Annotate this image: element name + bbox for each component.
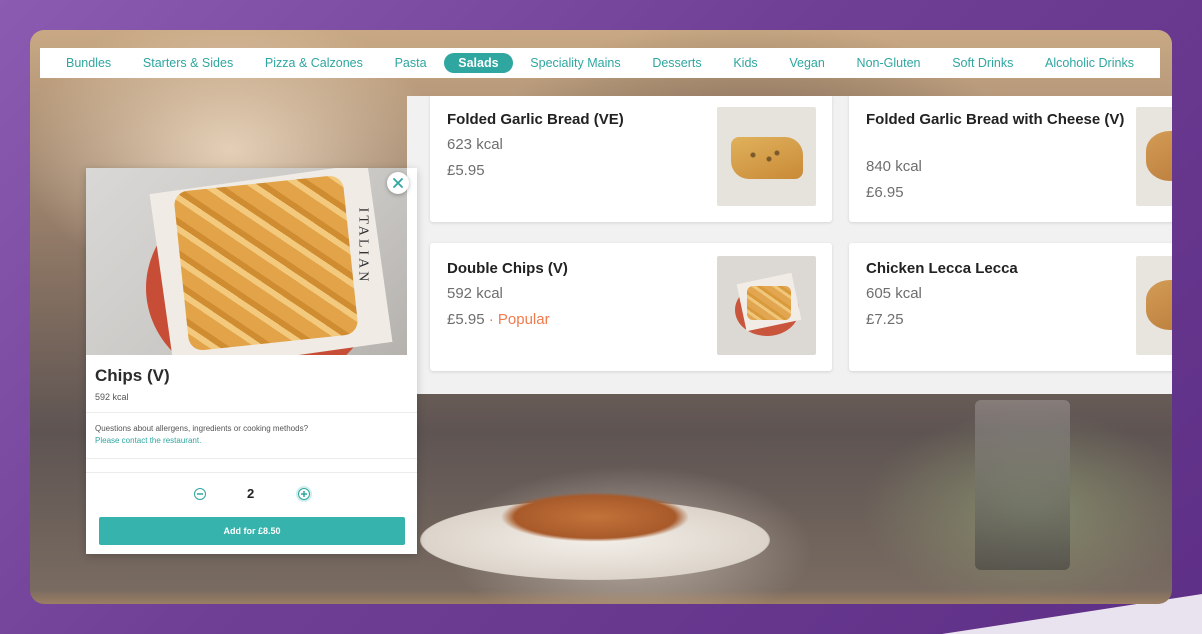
- food-shape: [1146, 280, 1172, 330]
- menu-panel: Folded Garlic Bread (VE) 623 kcal £5.95 …: [407, 96, 1172, 394]
- divider: [86, 412, 417, 413]
- fries-shape: [747, 286, 791, 320]
- nav-item-kids[interactable]: Kids: [719, 53, 771, 73]
- card-price: £5.95: [447, 162, 485, 179]
- decrease-quantity-button[interactable]: [194, 488, 206, 500]
- bread-spots: [745, 147, 785, 167]
- popup-title: Chips (V): [95, 366, 170, 385]
- quantity-stepper: 2: [194, 486, 314, 504]
- close-icon: [393, 178, 403, 188]
- category-nav: Bundles Starters & Sides Pizza & Calzone…: [40, 48, 1160, 78]
- card-kcal: 605 kcal: [866, 285, 922, 302]
- card-name: Folded Garlic Bread (VE): [447, 111, 624, 128]
- card-kcal: 592 kcal: [447, 285, 503, 302]
- nav-item-desserts[interactable]: Desserts: [638, 53, 715, 73]
- card-kcal: 623 kcal: [447, 136, 503, 153]
- minus-circle-icon: [197, 493, 203, 495]
- popup-kcal: 592 kcal: [95, 392, 129, 402]
- card-name: Double Chips (V): [447, 260, 568, 277]
- item-detail-popup: ITALIAN Chips (V) 592 kcal Questions abo…: [86, 168, 417, 554]
- card-price-value: £5.95: [447, 162, 485, 179]
- chips-photo: ITALIAN: [86, 168, 407, 355]
- card-price: £5.95 · Popular: [447, 311, 550, 328]
- card-price-value: £7.25: [866, 311, 904, 328]
- divider: [86, 472, 417, 473]
- pasta-decoration: [500, 492, 690, 542]
- card-name: Folded Garlic Bread with Cheese (V): [866, 111, 1125, 128]
- nav-item-alcoholic-drinks[interactable]: Alcoholic Drinks: [1031, 53, 1148, 73]
- add-to-order-button[interactable]: Add for £8.50: [99, 517, 405, 545]
- menu-card-garlic-bread-cheese[interactable]: Folded Garlic Bread with Cheese (V) 840 …: [849, 96, 1172, 222]
- chicken-lecca-lecca-image: [1136, 256, 1172, 355]
- garlic-bread-image: [717, 107, 816, 206]
- double-chips-image: [717, 256, 816, 355]
- menu-card-chicken-lecca-lecca[interactable]: Chicken Lecca Lecca 605 kcal £7.25: [849, 243, 1172, 371]
- nav-item-starters-sides[interactable]: Starters & Sides: [129, 53, 247, 73]
- menu-card-double-chips[interactable]: Double Chips (V) 592 kcal £5.95 · Popula…: [430, 243, 832, 371]
- card-name: Chicken Lecca Lecca: [866, 260, 1018, 277]
- nav-item-pizza-calzones[interactable]: Pizza & Calzones: [251, 53, 377, 73]
- increase-quantity-button[interactable]: [298, 488, 310, 500]
- card-price: £7.25: [866, 311, 904, 328]
- menu-card-garlic-bread[interactable]: Folded Garlic Bread (VE) 623 kcal £5.95: [430, 96, 832, 222]
- divider: [86, 458, 417, 459]
- allergen-question: Questions about allergens, ingredients o…: [95, 424, 309, 433]
- nav-item-salads[interactable]: Salads: [444, 53, 513, 73]
- nav-item-non-gluten[interactable]: Non-Gluten: [843, 53, 935, 73]
- nav-item-speciality-mains[interactable]: Speciality Mains: [516, 53, 634, 73]
- contact-restaurant-link[interactable]: Please contact the restaurant.: [95, 436, 201, 445]
- glass-decoration: [975, 400, 1070, 570]
- card-kcal: 840 kcal: [866, 158, 922, 175]
- photo-brand-text: ITALIAN: [355, 207, 371, 285]
- food-shape: [1146, 131, 1172, 181]
- nav-item-vegan[interactable]: Vegan: [775, 53, 838, 73]
- nav-item-soft-drinks[interactable]: Soft Drinks: [938, 53, 1027, 73]
- fries-shape: [173, 174, 359, 352]
- nav-item-pasta[interactable]: Pasta: [381, 53, 441, 73]
- nav-item-bundles[interactable]: Bundles: [52, 53, 125, 73]
- quantity-value: 2: [247, 486, 255, 501]
- close-button[interactable]: [387, 172, 409, 194]
- plus-circle-icon: [301, 491, 307, 497]
- card-price: £6.95: [866, 184, 904, 201]
- garlic-bread-cheese-image: [1136, 107, 1172, 206]
- table-edge-decoration: [30, 590, 1172, 604]
- card-price-value: £6.95: [866, 184, 904, 201]
- card-price-value: £5.95: [447, 311, 485, 328]
- popular-badge: · Popular: [488, 311, 550, 328]
